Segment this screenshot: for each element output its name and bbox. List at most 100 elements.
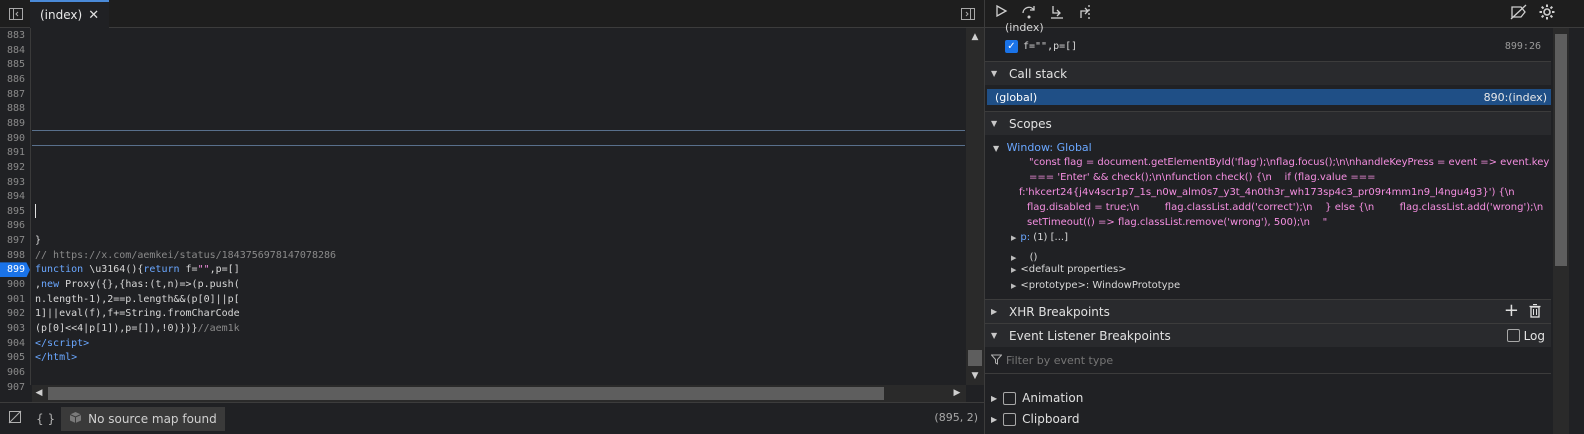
disable-breakpoints-icon[interactable] <box>1509 4 1529 24</box>
event-listener-breakpoints-title: Event Listener Breakpoints <box>1009 328 1171 343</box>
line-number[interactable]: 900 <box>0 277 30 292</box>
line-number[interactable]: 897 <box>0 233 30 248</box>
scope-string-value-line: setTimeout(() => flag.classList.remove('… <box>1027 217 1328 228</box>
scrollbar-thumb[interactable] <box>48 387 884 400</box>
blackbox-icon[interactable] <box>8 410 22 427</box>
code-line: function \u3164(){return f="",p=[] <box>35 264 240 276</box>
line-number[interactable]: 902 <box>0 306 30 321</box>
line-number[interactable]: 893 <box>0 175 30 190</box>
scope-property[interactable]: ▶ ㅤ() <box>1011 248 1037 263</box>
breakpoint-file-name: (index) <box>1005 21 1044 34</box>
expand-triangle-icon: ▶ <box>991 414 998 424</box>
line-number[interactable]: 894 <box>0 189 30 204</box>
property-value: <prototype>: WindowPrototype <box>1020 280 1181 291</box>
event-filter-bar <box>985 348 1551 374</box>
line-number[interactable]: 904 <box>0 336 30 351</box>
line-number[interactable]: 906 <box>0 365 30 380</box>
step-in-icon[interactable] <box>1047 4 1067 24</box>
line-number[interactable]: 898 <box>0 248 30 263</box>
call-stack-frame[interactable]: (global) 890:(index) <box>987 89 1551 105</box>
scope-property[interactable]: ▶ p: (1) [...] <box>1011 232 1068 243</box>
call-stack-header[interactable]: ▼ Call stack <box>985 61 1551 85</box>
xhr-breakpoints-header[interactable]: ▶ XHR Breakpoints + <box>985 299 1551 323</box>
event-category-item[interactable]: ▶ Animation <box>991 390 1083 406</box>
scroll-up-arrow-icon[interactable]: ▲ <box>966 30 984 44</box>
text-cursor <box>35 204 36 218</box>
highlight-line-bottom <box>32 145 965 146</box>
event-category-checkbox[interactable] <box>1003 412 1017 426</box>
step-out-icon[interactable] <box>1075 4 1095 24</box>
scrollbar-thumb[interactable] <box>1555 34 1567 266</box>
line-number[interactable]: 883 <box>0 28 30 43</box>
toggle-debugger-panel-icon[interactable] <box>960 6 976 22</box>
line-number[interactable]: 905 <box>0 350 30 365</box>
scope-string-value-line: "const flag = document.getElementById('f… <box>1029 157 1550 168</box>
tab-index[interactable]: (index) ✕ <box>30 0 110 28</box>
event-category-item[interactable]: ▶ Clipboard <box>991 411 1079 427</box>
scope-global[interactable]: ▼ Window: Global <box>993 141 1092 154</box>
scope-string-value-line: flag.disabled = true;\n flag.classList.a… <box>1027 202 1544 213</box>
line-number-gutter[interactable]: 883 884 885 886 887 888 889 890 891 892 893 894 895 8… <box>0 28 31 393</box>
breakpoint-location: 899:26 <box>1504 40 1541 52</box>
no-source-map-label: No source map found <box>88 411 217 426</box>
delete-xhr-breakpoints-icon[interactable] <box>1529 303 1541 321</box>
event-filter-input[interactable] <box>1006 354 1526 367</box>
event-category-label: Clipboard <box>1022 412 1080 426</box>
sidebar-vertical-scrollbar[interactable] <box>1553 28 1569 434</box>
editor-horizontal-scrollbar[interactable]: ◀ ▶ <box>32 385 966 402</box>
settings-gear-icon[interactable] <box>1537 4 1557 24</box>
line-number[interactable]: 899 <box>0 262 30 278</box>
line-number[interactable]: 891 <box>0 145 30 160</box>
editor-status-bar: { } No source map found (895, 2) <box>0 402 984 434</box>
scope-property[interactable]: ▶ <default properties> <box>1011 264 1127 275</box>
line-number[interactable]: 895 <box>0 204 30 219</box>
line-number[interactable]: 903 <box>0 321 30 336</box>
toggle-sources-panel-icon[interactable] <box>8 6 24 22</box>
line-number[interactable]: 896 <box>0 218 30 233</box>
line-number[interactable]: 887 <box>0 87 30 102</box>
log-checkbox[interactable] <box>1506 329 1520 342</box>
line-number[interactable]: 885 <box>0 57 30 72</box>
frame-name: (global) <box>995 90 1038 104</box>
xhr-breakpoints-title: XHR Breakpoints <box>1009 304 1110 319</box>
scroll-down-arrow-icon[interactable]: ▼ <box>966 369 984 383</box>
log-toggle[interactable]: Log <box>1506 328 1545 343</box>
source-map-status[interactable]: No source map found <box>61 406 225 431</box>
call-stack-title: Call stack <box>1009 66 1068 81</box>
line-number[interactable]: 901 <box>0 292 30 307</box>
frame-location: 890:(index) <box>1483 90 1547 104</box>
code-line: ,new Proxy({},{has:(t,n)=>(p.push( <box>35 279 240 291</box>
line-number[interactable]: 886 <box>0 72 30 87</box>
scrollbar-thumb[interactable] <box>968 350 982 366</box>
line-number[interactable]: 884 <box>0 43 30 58</box>
event-category-checkbox[interactable] <box>1003 391 1017 405</box>
line-number[interactable]: 907 <box>0 380 30 395</box>
scopes-title: Scopes <box>1009 116 1052 131</box>
cube-icon <box>69 411 82 427</box>
expand-triangle-icon: ▶ <box>1011 282 1017 290</box>
scope-property[interactable]: ▶ <prototype>: WindowPrototype <box>1011 280 1180 291</box>
event-listener-breakpoints-header[interactable]: ▼ Event Listener Breakpoints Log <box>985 323 1551 347</box>
scope-string-value-line: f:'hkcert24{j4v4scr1p7_1s_n0w_alm0s7_y3t… <box>1019 187 1515 198</box>
property-value: (1) [...] <box>1033 232 1068 243</box>
breakpoint-checkbox[interactable]: ✓ <box>1005 39 1018 53</box>
property-value: ㅤ() <box>1020 252 1038 263</box>
close-tab-icon[interactable]: ✕ <box>88 8 99 23</box>
code-area[interactable]: } // https://x.com/aemkei/status/18437569… <box>32 28 965 385</box>
log-label: Log <box>1523 328 1545 343</box>
line-number[interactable]: 889 <box>0 116 30 131</box>
line-number[interactable]: 892 <box>0 160 30 175</box>
scopes-header[interactable]: ▼ Scopes <box>985 111 1551 135</box>
code-line: 1]||eval(f),f+=String.fromCharCode <box>35 308 240 320</box>
expand-triangle-icon: ▶ <box>1011 266 1017 274</box>
line-number[interactable]: 890 <box>0 131 30 146</box>
line-number[interactable]: 888 <box>0 101 30 116</box>
add-xhr-breakpoint-icon[interactable]: + <box>1504 302 1519 320</box>
scroll-left-arrow-icon[interactable]: ◀ <box>32 386 46 400</box>
source-editor-pane: (index) ✕ 883 884 885 886 887 888 889 890 891 892… <box>0 0 984 434</box>
breakpoint-row[interactable]: ✓ f="",p=[] 899:26 <box>1005 38 1545 54</box>
expand-triangle-icon: ▼ <box>991 331 998 340</box>
pretty-print-icon[interactable]: { } <box>36 412 55 426</box>
editor-vertical-scrollbar[interactable]: ▲ ▼ <box>966 28 984 385</box>
scroll-right-arrow-icon[interactable]: ▶ <box>950 386 964 400</box>
